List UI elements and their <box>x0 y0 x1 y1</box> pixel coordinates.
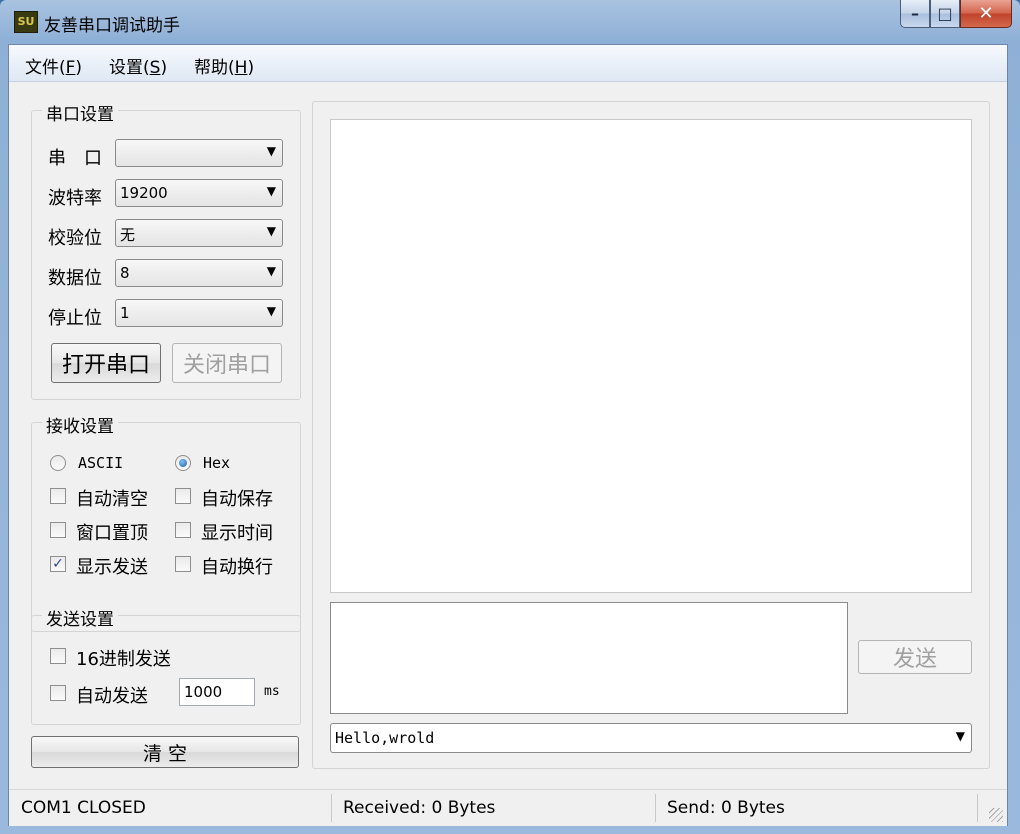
baud-value: 19200 <box>120 184 168 202</box>
status-divider <box>331 794 332 822</box>
send-interval-input[interactable]: 1000 <box>179 678 255 706</box>
menu-bar: 文件(F) 设置(S) 帮助(H) <box>9 45 1007 82</box>
serial-settings-group: 串口设置 串 口 ▼ 波特率 19200 ▼ 校验位 无 ▼ 数据位 8 ▼ 停… <box>31 100 301 400</box>
show-time-label: 显示时间 <box>201 523 273 544</box>
auto-clear-label: 自动清空 <box>76 489 148 510</box>
auto-newline-checkbox[interactable] <box>175 556 191 572</box>
send-settings-title: 发送设置 <box>42 605 118 630</box>
baud-label: 波特率 <box>48 188 102 209</box>
chevron-down-icon: ▼ <box>266 144 276 158</box>
hex-label: Hex <box>203 454 231 472</box>
receive-settings-title: 接收设置 <box>42 412 118 437</box>
send-settings-group: 发送设置 16进制发送 自动发送 1000 ms <box>31 605 301 725</box>
stopbits-select[interactable]: 1 ▼ <box>115 299 283 327</box>
show-time-checkbox[interactable] <box>175 522 191 538</box>
menu-file[interactable]: 文件(F) <box>25 53 82 78</box>
status-bar: COM1 CLOSED Received: 0 Bytes Send: 0 By… <box>9 789 1007 826</box>
close-port-button[interactable]: 关闭串口 <box>172 343 282 383</box>
show-send-checkbox[interactable]: ✓ <box>50 556 66 572</box>
receive-display[interactable] <box>330 119 972 593</box>
auto-save-label: 自动保存 <box>201 489 273 510</box>
app-icon: SU <box>14 11 38 33</box>
minimize-button[interactable]: – <box>900 0 930 28</box>
send-interval-value: 1000 <box>184 683 223 701</box>
databits-select[interactable]: 8 ▼ <box>115 259 283 287</box>
serial-settings-title: 串口设置 <box>42 100 118 125</box>
ascii-radio[interactable] <box>50 455 66 471</box>
menu-settings[interactable]: 设置(S) <box>109 53 167 78</box>
sent-count: Send: 0 Bytes <box>667 798 785 818</box>
parity-label: 校验位 <box>48 228 102 249</box>
parity-select[interactable]: 无 ▼ <box>115 219 283 247</box>
maximize-button[interactable]: □ <box>930 0 960 28</box>
client-area: 文件(F) 设置(S) 帮助(H) 串口设置 串 口 ▼ 波特率 19200 ▼… <box>8 44 1008 826</box>
interval-unit-label: ms <box>264 684 280 699</box>
resize-grip-icon[interactable] <box>989 808 1003 822</box>
send-button[interactable]: 发送 <box>858 640 972 674</box>
hex-send-label: 16进制发送 <box>76 649 171 670</box>
chevron-down-icon: ▼ <box>266 184 276 198</box>
chevron-down-icon: ▼ <box>955 729 965 743</box>
parity-value: 无 <box>120 226 136 244</box>
minimize-icon: – <box>911 4 919 23</box>
send-history-select[interactable]: Hello,wrold ▼ <box>330 723 972 753</box>
maximize-icon: □ <box>937 4 953 23</box>
chevron-down-icon: ▼ <box>266 224 276 238</box>
window-top-label: 窗口置顶 <box>76 523 148 544</box>
port-status: COM1 CLOSED <box>21 798 146 818</box>
status-divider <box>655 794 656 822</box>
baud-select[interactable]: 19200 ▼ <box>115 179 283 207</box>
auto-newline-label: 自动换行 <box>201 557 273 578</box>
stopbits-value: 1 <box>120 304 130 322</box>
chevron-down-icon: ▼ <box>266 304 276 318</box>
clear-button[interactable]: 清 空 <box>31 736 299 768</box>
title-bar[interactable]: SU 友善串口调试助手 – □ ✕ <box>0 0 1020 44</box>
window-controls: – □ ✕ <box>900 0 1012 30</box>
show-send-label: 显示发送 <box>76 557 148 578</box>
auto-clear-checkbox[interactable] <box>50 488 66 504</box>
port-select[interactable]: ▼ <box>115 139 283 167</box>
auto-save-checkbox[interactable] <box>175 488 191 504</box>
close-button[interactable]: ✕ <box>960 0 1012 28</box>
send-history-value: Hello,wrold <box>335 729 435 747</box>
auto-send-label: 自动发送 <box>76 686 148 707</box>
auto-send-checkbox[interactable] <box>50 685 66 701</box>
app-window: SU 友善串口调试助手 – □ ✕ 文件(F) 设置(S) 帮助(H) 串口设置… <box>0 0 1020 834</box>
stopbits-label: 停止位 <box>48 308 102 329</box>
window-title: 友善串口调试助手 <box>44 16 180 36</box>
hex-send-checkbox[interactable] <box>50 648 66 664</box>
send-input[interactable] <box>330 602 848 714</box>
receive-settings-group: 接收设置 ASCII Hex 自动清空 自动保存 窗口置顶 显示时间 ✓ 显示发… <box>31 412 301 632</box>
received-count: Received: 0 Bytes <box>343 798 496 818</box>
open-port-button[interactable]: 打开串口 <box>51 343 161 383</box>
port-label: 串 口 <box>48 148 102 169</box>
window-top-checkbox[interactable] <box>50 522 66 538</box>
databits-label: 数据位 <box>48 268 102 289</box>
ascii-label: ASCII <box>78 454 124 472</box>
close-icon: ✕ <box>978 3 994 24</box>
menu-help[interactable]: 帮助(H) <box>194 53 254 78</box>
databits-value: 8 <box>120 264 130 282</box>
data-panel: 发送 Hello,wrold ▼ <box>312 101 990 769</box>
status-divider <box>977 794 978 822</box>
hex-radio[interactable] <box>175 455 191 471</box>
chevron-down-icon: ▼ <box>266 264 276 278</box>
